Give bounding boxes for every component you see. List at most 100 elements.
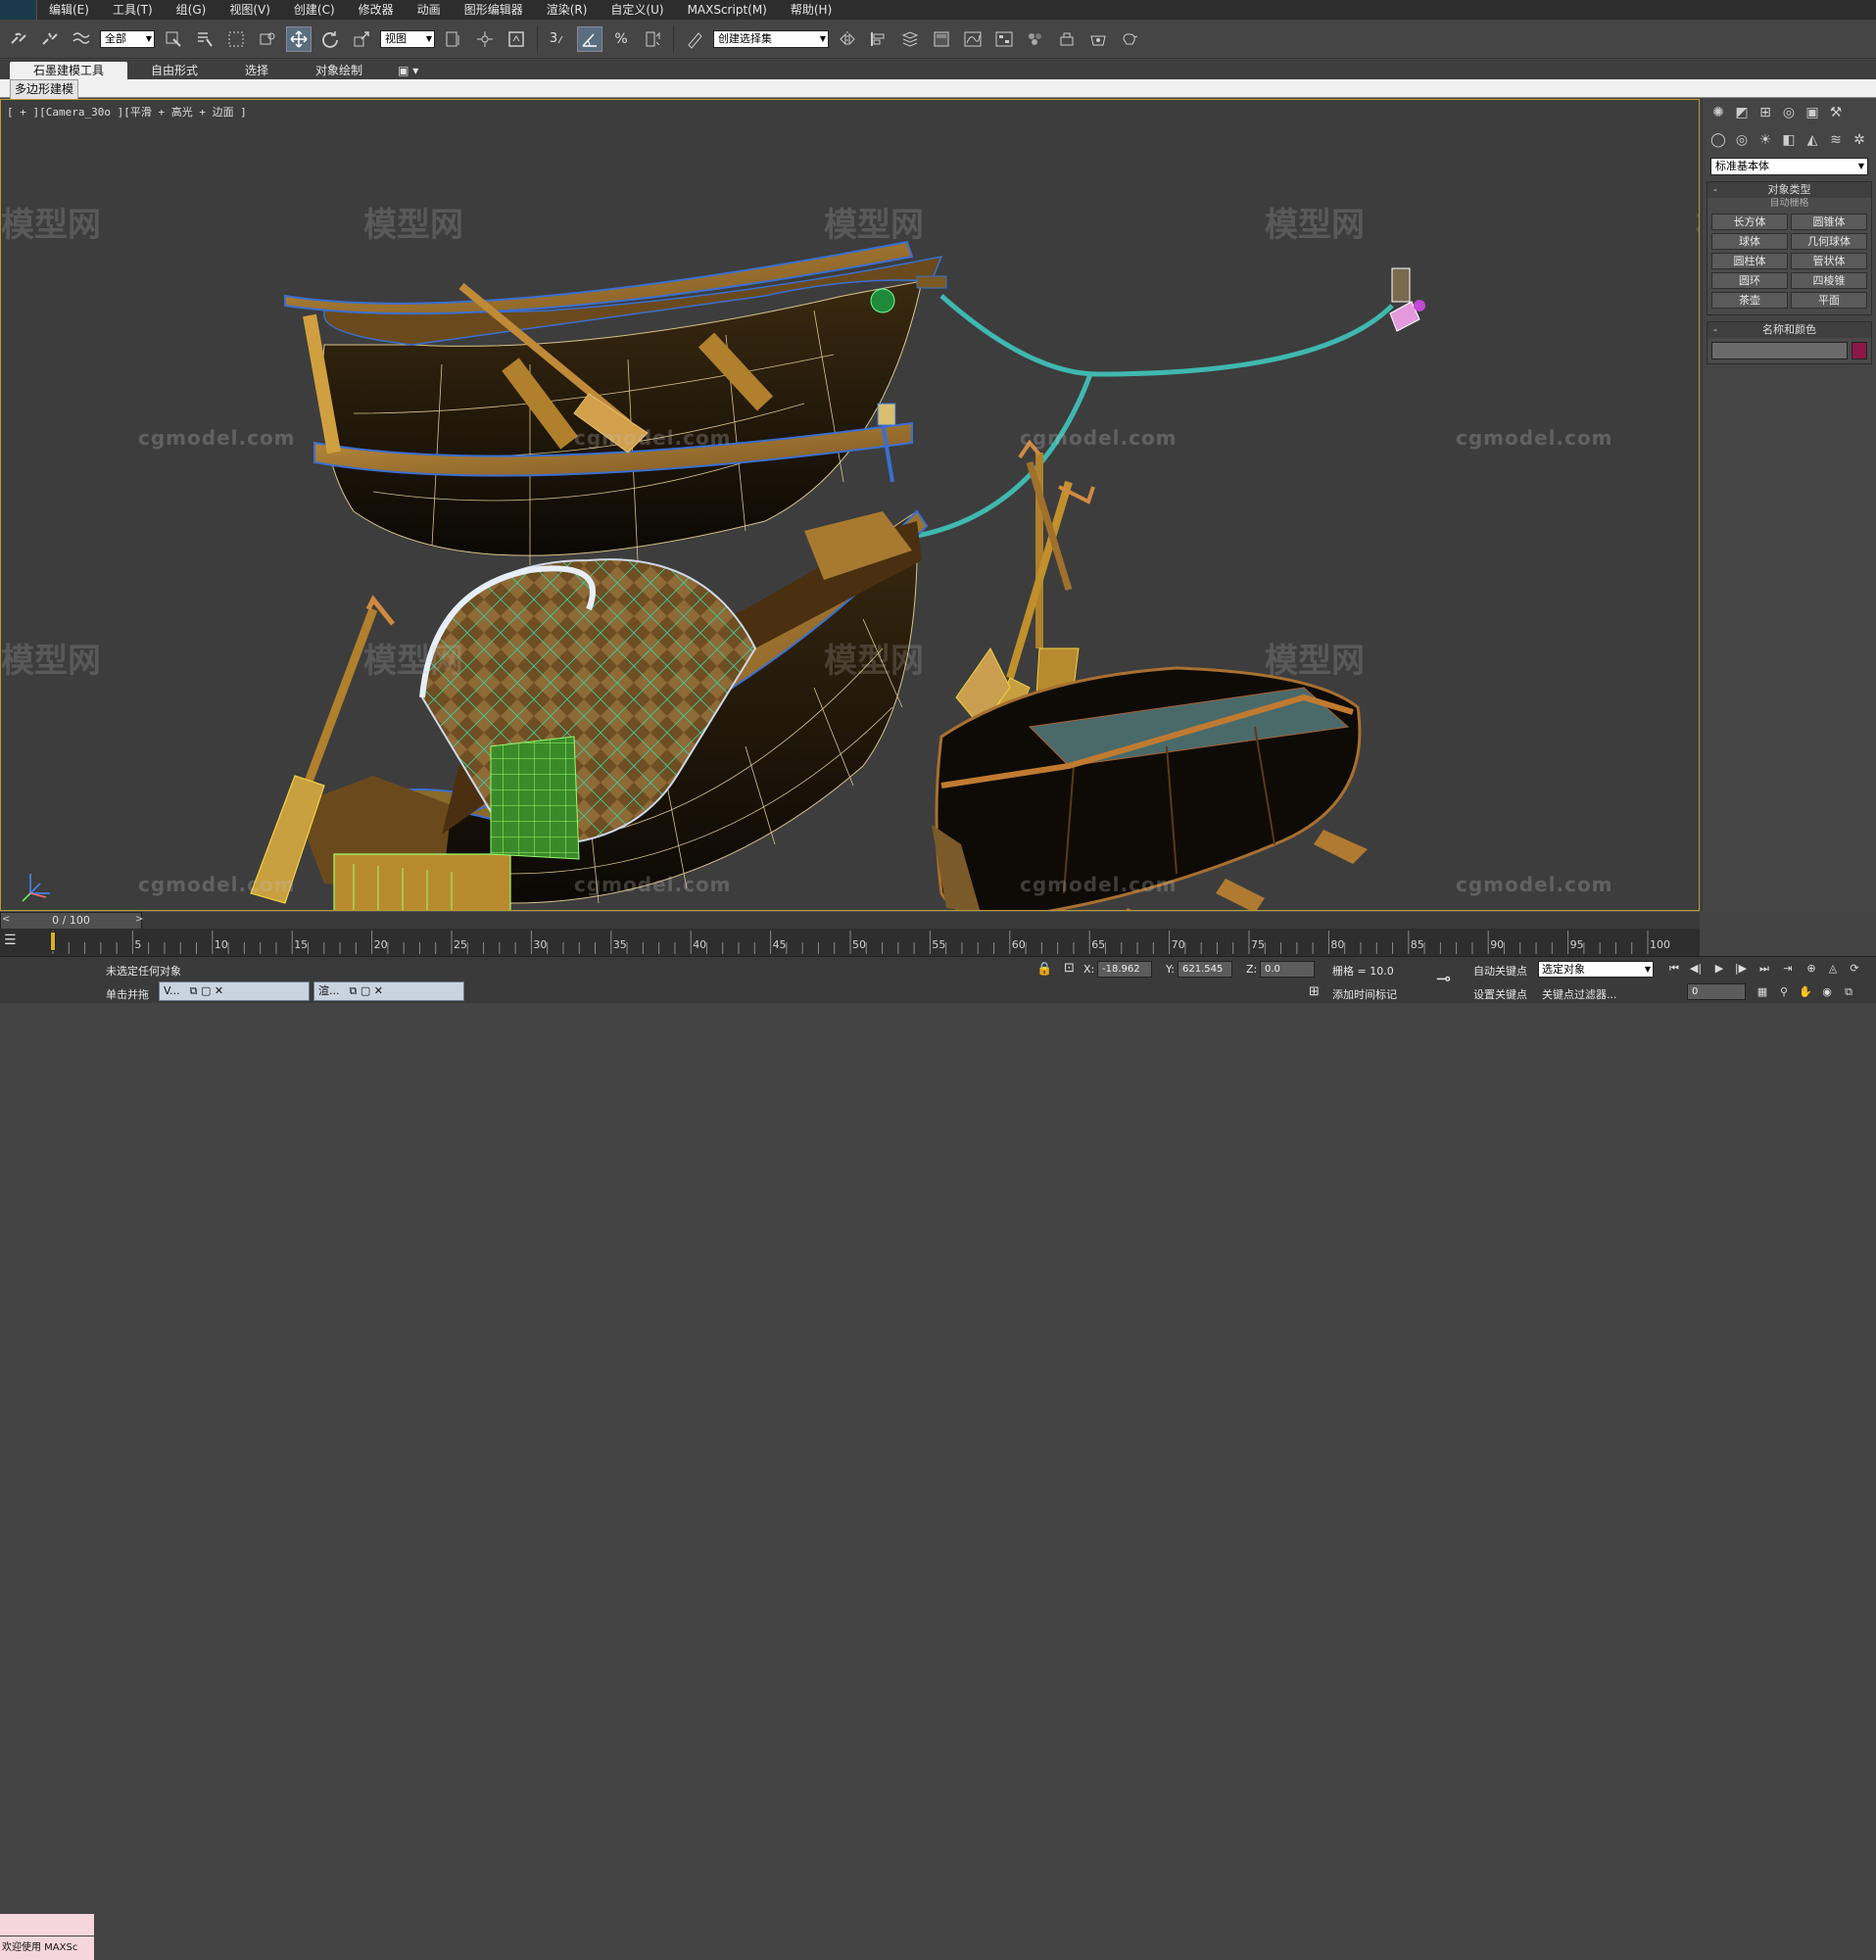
prev-frame-icon[interactable]: ◀| [1687,961,1705,977]
render-production-icon[interactable] [1117,26,1142,52]
walkthrough-icon[interactable]: ⚲ [1775,984,1793,1000]
object-name-field[interactable] [1711,342,1848,359]
motion-tab-icon[interactable]: ◎ [1779,103,1799,122]
autogrid-checkbox[interactable]: 自动栅格 [1708,198,1871,210]
y-coord-field[interactable]: 621.545 [1178,961,1232,978]
track-bar[interactable]: 5 10 15 20 25 30 35 40 45 50 55 60 65 70 75 80 85 90 95 100… [0,929,1700,956]
menu-edit[interactable]: 编辑(E) [37,0,101,20]
material-editor-icon[interactable] [1023,26,1048,52]
lock-selection-icon[interactable]: 🔒 [1036,962,1052,977]
menu-views[interactable]: 视图(V) [217,0,282,20]
tab-selection[interactable]: 选择 [221,62,292,79]
absolute-mode-icon[interactable]: ⊡ [1064,961,1075,976]
tab-freeform[interactable]: 自由形式 [127,62,221,79]
shapes-icon[interactable]: ◎ [1732,130,1752,150]
name-color-title[interactable]: 名称和颜色 [1708,322,1871,338]
window-crossing-icon[interactable] [255,26,280,52]
z-coord-field[interactable]: 0.0 [1260,961,1315,978]
pyramid-button[interactable]: 四棱锥 [1791,272,1867,289]
unlink-icon[interactable] [37,26,63,52]
x-coord-field[interactable]: -18.962 [1097,961,1152,978]
bind-spacewarp-icon[interactable] [69,26,94,52]
maximize-viewport-icon[interactable]: ⧉ [1840,984,1857,1000]
next-frame-icon[interactable]: |▶ [1732,961,1750,977]
curve-editor-icon[interactable] [960,26,986,52]
named-selection-dropdown[interactable]: 创建选择集 [713,29,829,48]
time-next-icon[interactable]: > [135,914,143,925]
tab-object-paint[interactable]: 对象绘制 [292,62,386,79]
lights-icon[interactable]: ☀ [1756,130,1775,150]
menu-animation[interactable]: 动画 [406,0,453,20]
geometry-icon[interactable]: ◯ [1708,130,1728,150]
manipulate-icon[interactable] [472,26,498,52]
percent-snap-icon[interactable]: % [608,26,634,52]
render-setup-icon[interactable] [1054,26,1080,52]
menu-maxscript[interactable]: MAXScript(M) [676,0,779,20]
schematic-view-icon[interactable] [991,26,1017,52]
object-color-swatch[interactable] [1852,342,1867,359]
align-icon[interactable] [866,26,891,52]
layer-manager-icon[interactable] [897,26,923,52]
create-tab-icon[interactable]: ✺ [1708,103,1728,122]
time-cursor[interactable] [50,932,56,951]
spinner-snap-icon[interactable] [640,26,665,52]
selection-filter-dropdown[interactable]: 全部 [100,29,155,48]
modify-tab-icon[interactable]: ◩ [1732,103,1752,122]
rect-selection-icon[interactable] [223,26,249,52]
menu-tools[interactable]: 工具(T) [101,0,165,20]
orbit-icon[interactable]: ⟳ [1846,961,1863,977]
set-key-icon[interactable]: ⊸ [1436,969,1451,989]
pivot-center-icon[interactable] [441,26,466,52]
time-tag-icon[interactable]: ⊞ [1309,984,1320,999]
goto-end-icon[interactable]: ⏭ [1756,961,1773,977]
mirror-icon[interactable] [835,26,860,52]
menu-graph-editors[interactable]: 图形编辑器 [453,0,535,20]
viewport-camera[interactable]: [ + ][Camera_30o ][平滑 + 高光 + 边面 ] cgmode… [0,99,1700,911]
menu-help[interactable]: 帮助(H) [779,0,843,20]
graphite-toggle-icon[interactable] [929,26,954,52]
rotate-icon[interactable] [317,26,343,52]
arc-rotate-icon[interactable]: ◉ [1818,984,1836,1000]
box-button[interactable]: 长方体 [1711,214,1788,230]
geosphere-button[interactable]: 几何球体 [1791,233,1867,250]
maxscript-listener-top[interactable] [0,1914,94,1936]
torus-button[interactable]: 圆环 [1711,272,1788,289]
ribbon-options-icon[interactable]: ▣ ▾ [386,62,430,79]
taskbar-item[interactable]: 渲... ⧉ ▢ ✕ [313,981,464,1001]
set-key-button[interactable]: 设置关键点 [1473,986,1527,1002]
key-mode-dropdown[interactable]: 选定对象 [1538,961,1654,978]
taskbar-window-icons[interactable]: ⧉ ▢ ✕ [190,982,223,1000]
viewport-label[interactable]: [ + ][Camera_30o ][平滑 + 高光 + 边面 ] [7,104,247,120]
mini-curve-editor-icon[interactable]: ☰ [4,932,25,952]
tube-button[interactable]: 管状体 [1791,253,1867,269]
cylinder-button[interactable]: 圆柱体 [1711,253,1788,269]
teapot-button[interactable]: 茶壶 [1711,292,1788,309]
systems-icon[interactable]: ✲ [1850,130,1869,150]
app-logo-icon[interactable] [0,0,37,20]
menu-customize[interactable]: 自定义(U) [599,0,675,20]
select-by-name-icon[interactable] [192,26,217,52]
reference-coord-dropdown[interactable]: 视图 [380,29,435,48]
helpers-icon[interactable]: ◭ [1803,130,1822,150]
time-slider-bar[interactable]: 0 / 100 < > [0,911,1700,930]
pan-icon[interactable]: ✋ [1797,984,1814,1000]
menu-group[interactable]: 组(G) [165,0,218,20]
utilities-tab-icon[interactable]: ⚒ [1826,103,1846,122]
zoom-extents-icon[interactable]: ⊕ [1803,961,1820,977]
goto-start-icon[interactable]: ⏮ [1665,961,1683,977]
link-icon[interactable] [6,26,31,52]
maxscript-mini-listener[interactable]: 欢迎使用 MAXSc [0,1936,94,1960]
sphere-button[interactable]: 球体 [1711,233,1788,250]
auto-key-button[interactable]: 自动关键点 [1473,963,1527,979]
menu-rendering[interactable]: 渲染(R) [535,0,600,20]
key-filters-button[interactable]: 关键点过滤器... [1542,986,1617,1002]
display-tab-icon[interactable]: ▣ [1803,103,1822,122]
move-icon[interactable] [286,25,312,52]
cone-button[interactable]: 圆锥体 [1791,214,1867,230]
object-category-dropdown[interactable]: 标准基本体 [1710,158,1868,175]
object-type-title[interactable]: 对象类型 [1708,182,1871,198]
taskbar-item[interactable]: V... ⧉ ▢ ✕ [159,981,310,1001]
rendered-frame-icon[interactable] [1085,26,1111,52]
add-time-tag[interactable]: 添加时间标记 [1332,986,1397,1002]
spacewarps-icon[interactable]: ≋ [1826,130,1846,150]
